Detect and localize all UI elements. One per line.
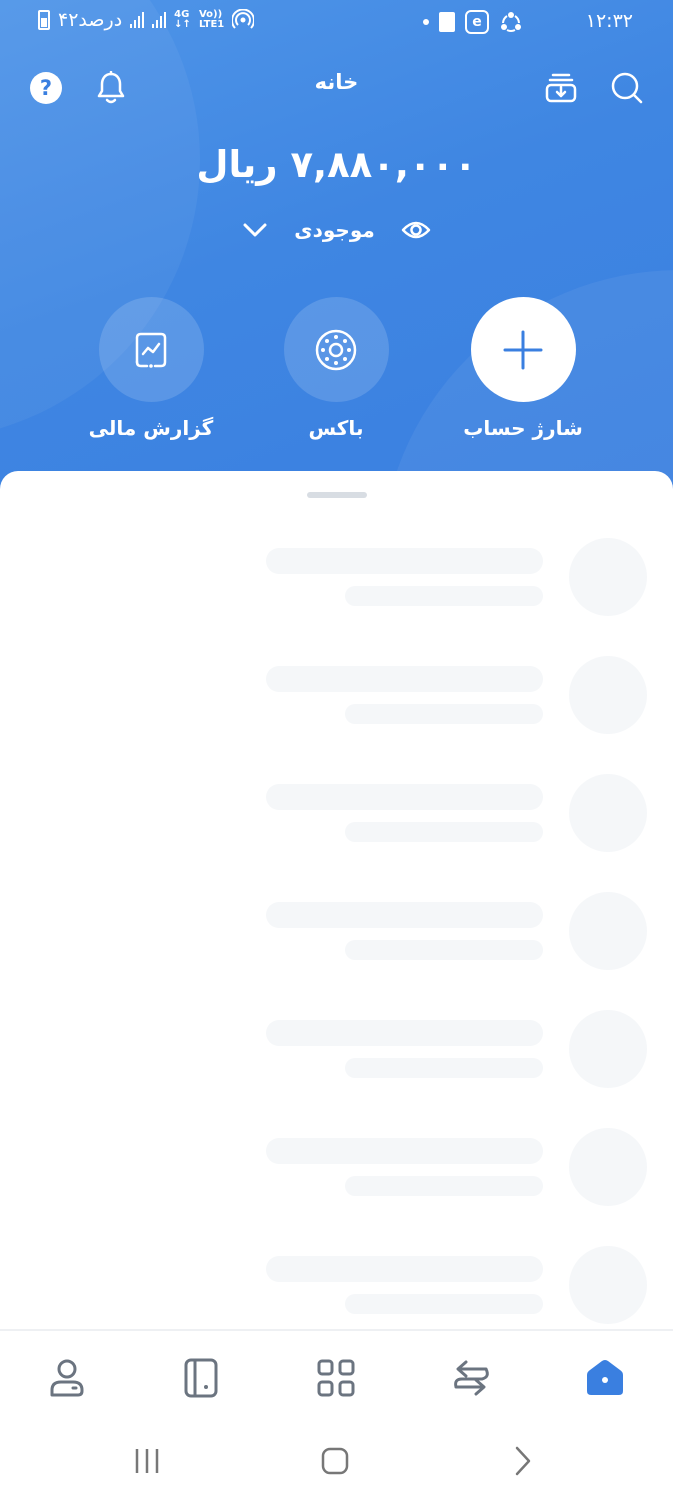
system-navigation-bar bbox=[0, 1423, 673, 1500]
chevron-right-icon bbox=[515, 1446, 531, 1476]
dot-icon bbox=[423, 19, 429, 25]
skeleton-row bbox=[0, 538, 673, 618]
bottom-navigation bbox=[0, 1329, 673, 1423]
search-icon bbox=[611, 72, 643, 104]
skeleton-line bbox=[345, 704, 543, 724]
network-type: 4G ↓↑ bbox=[174, 9, 191, 30]
user-icon bbox=[50, 1359, 84, 1397]
skeleton-line bbox=[345, 586, 543, 606]
skeleton-line bbox=[345, 1058, 543, 1078]
home-square-icon bbox=[321, 1447, 349, 1475]
financial-report-button[interactable]: گزارش مالی bbox=[81, 297, 221, 440]
skeleton-line bbox=[266, 1256, 543, 1282]
charge-account-button[interactable]: شارژ حساب bbox=[453, 297, 593, 440]
financial-report-circle[interactable] bbox=[98, 297, 204, 402]
download-button[interactable] bbox=[539, 66, 583, 110]
skeleton-avatar bbox=[569, 1010, 647, 1088]
skeleton-row bbox=[0, 1128, 673, 1208]
skeleton-line bbox=[345, 1176, 543, 1196]
balance-label: موجودی bbox=[294, 218, 375, 242]
transactions-sheet bbox=[0, 471, 673, 1329]
skeleton-line bbox=[266, 1020, 543, 1046]
skeleton-row bbox=[0, 1246, 673, 1326]
tab-profile[interactable] bbox=[39, 1353, 95, 1403]
hotspot-icon bbox=[232, 9, 255, 29]
charge-account-circle[interactable] bbox=[470, 297, 576, 402]
tab-cards[interactable] bbox=[173, 1353, 229, 1403]
download-tray-icon bbox=[545, 73, 577, 103]
skeleton-line bbox=[266, 666, 543, 692]
box-dial-icon bbox=[315, 329, 357, 370]
balance-amount: ۷,۸۸۰,۰۰۰ ریال bbox=[196, 143, 477, 186]
signal-icon bbox=[130, 12, 145, 28]
action-label: شارژ حساب bbox=[463, 416, 583, 440]
skeleton-line bbox=[345, 1294, 543, 1314]
notification-icons: e bbox=[423, 10, 523, 34]
volte-indicator: Vo)) LTE1 bbox=[198, 9, 225, 30]
skeleton-line bbox=[345, 822, 543, 842]
recents-icon bbox=[135, 1449, 159, 1473]
chart-report-icon bbox=[135, 332, 167, 368]
skeleton-avatar bbox=[569, 656, 647, 734]
skeleton-avatar bbox=[569, 1128, 647, 1206]
box-circle[interactable] bbox=[283, 297, 389, 402]
status-left: ۴۲درصد 4G ↓↑ Vo)) LTE1 bbox=[38, 9, 255, 31]
plus-icon bbox=[503, 330, 543, 369]
grid-icon bbox=[317, 1359, 355, 1397]
card-icon bbox=[184, 1358, 218, 1398]
skeleton-avatar bbox=[569, 1246, 647, 1324]
tab-services[interactable] bbox=[308, 1353, 364, 1403]
skeleton-line bbox=[266, 902, 543, 928]
box-button[interactable]: باکس bbox=[266, 297, 406, 440]
skeleton-line bbox=[266, 784, 543, 810]
action-label: گزارش مالی bbox=[88, 416, 214, 440]
skeleton-avatar bbox=[569, 774, 647, 852]
skeleton-line bbox=[345, 940, 543, 960]
skeleton-row bbox=[0, 892, 673, 972]
tab-transfer[interactable] bbox=[443, 1353, 499, 1403]
search-button[interactable] bbox=[605, 66, 649, 110]
header-panel: ۴۲درصد 4G ↓↑ Vo)) LTE1 e ۱۲:۳۲ ? خانه ۷,… bbox=[0, 0, 673, 520]
top-bar: ? خانه bbox=[0, 60, 673, 116]
action-label: باکس bbox=[308, 416, 364, 440]
transfer-arrows-icon bbox=[454, 1360, 489, 1396]
sheet-drag-handle[interactable] bbox=[307, 492, 367, 498]
battery-percentage: ۴۲درصد bbox=[58, 9, 123, 31]
sd-card-icon bbox=[439, 12, 455, 32]
skeleton-row bbox=[0, 1010, 673, 1090]
back-button[interactable] bbox=[498, 1439, 548, 1483]
tab-home[interactable] bbox=[577, 1353, 633, 1403]
signal-icon bbox=[152, 12, 167, 28]
skeleton-line bbox=[266, 1138, 543, 1164]
chevron-down-icon[interactable] bbox=[242, 221, 268, 239]
eye-icon[interactable] bbox=[401, 219, 431, 241]
app-notification-icon: e bbox=[465, 10, 489, 34]
skeleton-row bbox=[0, 774, 673, 854]
status-bar: ۴۲درصد 4G ↓↑ Vo)) LTE1 e ۱۲:۳۲ bbox=[0, 0, 673, 44]
skeleton-avatar bbox=[569, 892, 647, 970]
recents-button[interactable] bbox=[122, 1439, 172, 1483]
battery-icon bbox=[38, 10, 50, 30]
system-home-button[interactable] bbox=[310, 1439, 360, 1483]
skeleton-row bbox=[0, 656, 673, 736]
skeleton-line bbox=[266, 548, 543, 574]
skeleton-avatar bbox=[569, 538, 647, 616]
home-icon bbox=[587, 1360, 623, 1395]
clock: ۱۲:۳۲ bbox=[585, 10, 633, 32]
balance-toggle[interactable]: موجودی bbox=[0, 218, 673, 242]
sync-icon bbox=[501, 12, 521, 32]
